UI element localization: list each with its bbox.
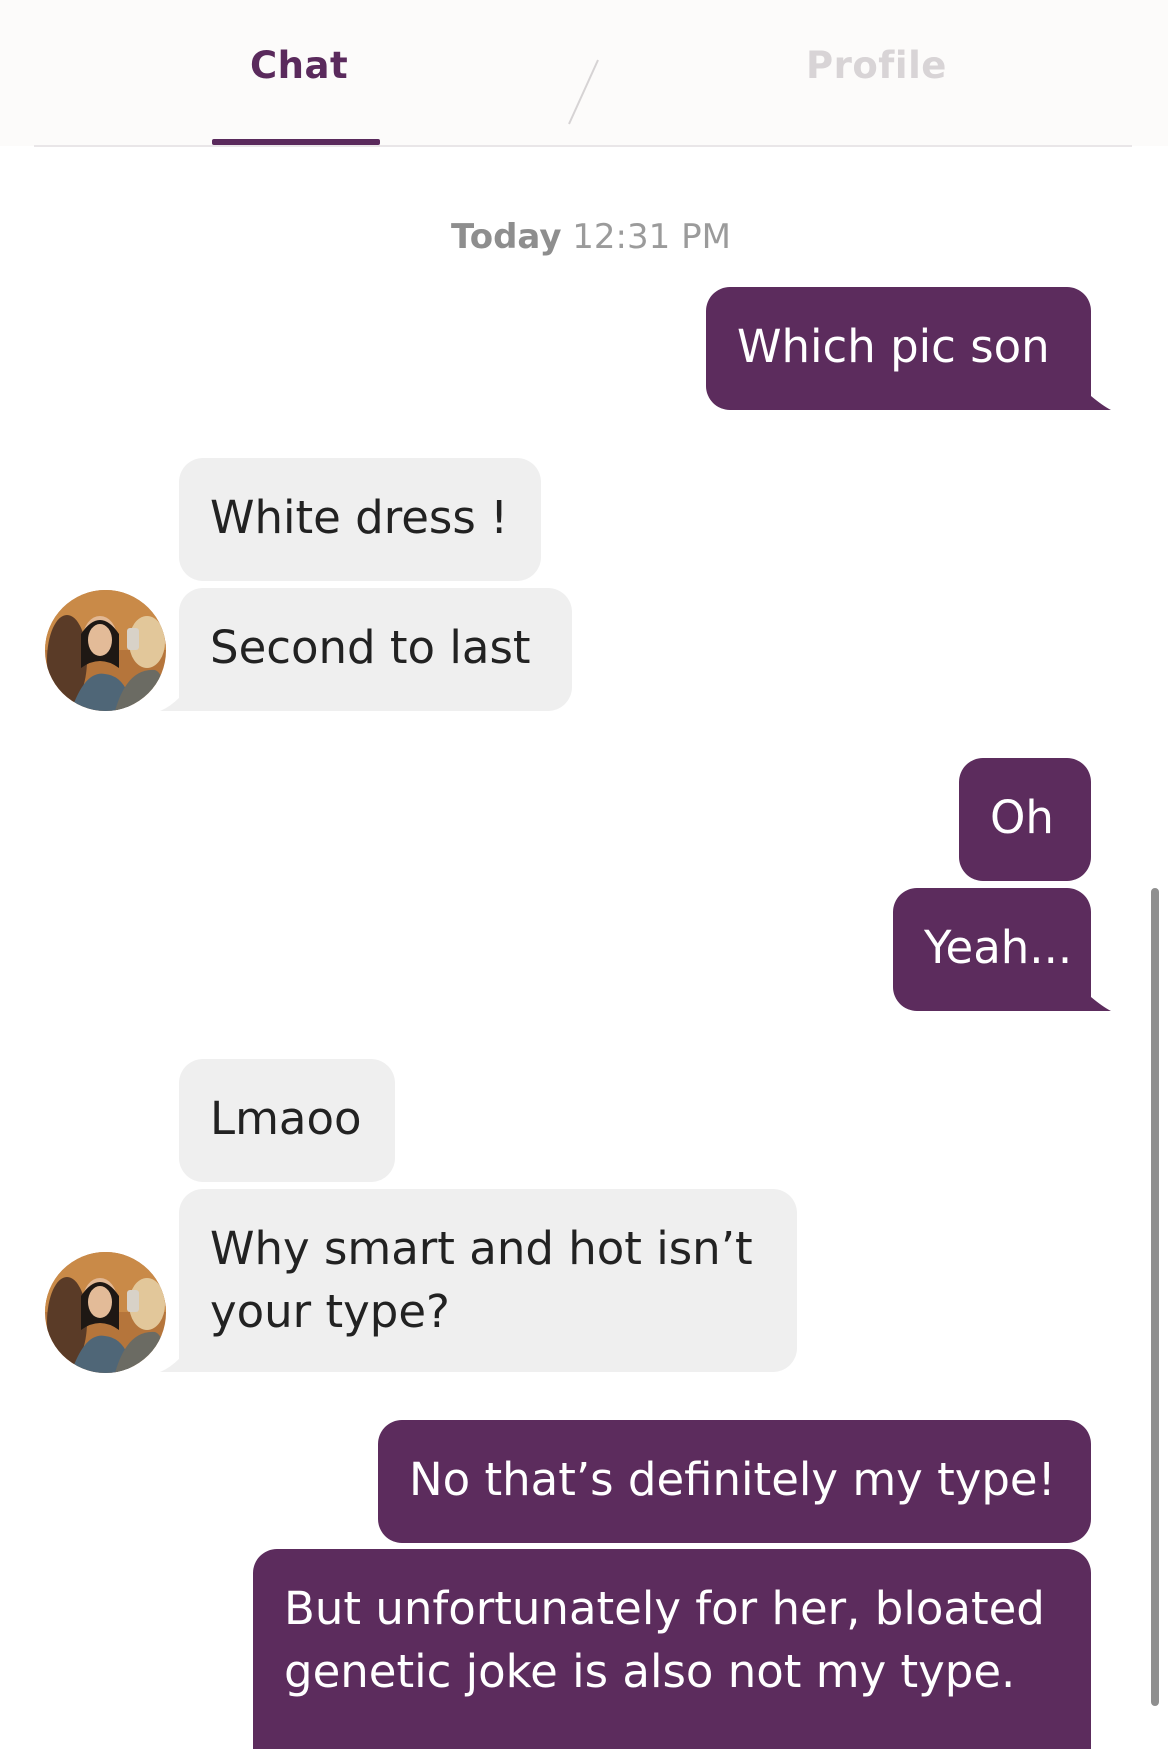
timestamp-day: Today [451, 217, 562, 257]
message-outgoing[interactable]: But unfortunately for her, bloated genet… [253, 1549, 1091, 1749]
message-incoming[interactable]: Why smart and hot isn’t your type? [179, 1189, 797, 1372]
bubble-tail [1091, 396, 1111, 410]
chat-scrollbar[interactable] [1151, 888, 1159, 1706]
tab-divider [568, 59, 599, 125]
tab-profile[interactable]: Profile [806, 44, 947, 87]
timestamp-time: 12:31 PM [572, 217, 731, 257]
tab-bar: Chat Profile [0, 0, 1168, 146]
chat-timestamp: Today 12:31 PM [0, 217, 1168, 257]
message-outgoing[interactable]: Which pic son [706, 287, 1091, 410]
header-divider [34, 145, 1132, 147]
bubble-tail [160, 1358, 180, 1372]
message-incoming[interactable]: Second to last [179, 588, 572, 711]
bubble-tail [160, 697, 180, 711]
message-outgoing[interactable]: Yeah... [893, 888, 1091, 1011]
message-incoming[interactable]: Lmaoo [179, 1059, 395, 1182]
message-outgoing[interactable]: Oh [959, 758, 1091, 881]
message-outgoing[interactable]: No that’s definitely my type! [378, 1420, 1091, 1543]
avatar-photo [45, 1252, 166, 1373]
avatar[interactable] [45, 1252, 166, 1373]
bubble-tail [1091, 997, 1111, 1011]
message-incoming[interactable]: White dress ! [179, 458, 541, 581]
avatar[interactable] [45, 590, 166, 711]
avatar-photo [45, 590, 166, 711]
